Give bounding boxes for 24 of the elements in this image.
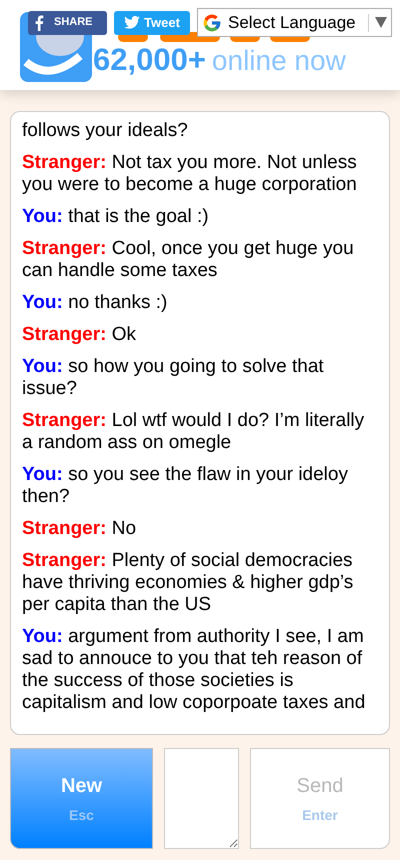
online-label: online now [212,47,346,75]
chat-message: Stranger: Not tax you more. Not unless you were to become a huge corporation [22,152,358,196]
dropdown-arrow-icon [375,17,387,28]
bird-icon [124,16,140,29]
chat-message: You: that is the goal :) [22,206,210,228]
chat-message: Stranger: Plenty of social democracies have thriving economies & higher gdp’s per capita than the US [22,550,354,616]
tweet-button[interactable]: Tweet [114,10,190,34]
language-select[interactable]: Select Language [197,8,392,37]
share-button[interactable]: SHARE [28,10,107,34]
chat-message: You: so you see the flaw in your ideloy then? [22,464,349,508]
online-count: 62,000+ [93,44,206,75]
language-label: Select Language [228,12,356,34]
facebook-icon [34,14,44,30]
message-field[interactable] [164,748,239,849]
chat-message: You: argument from authority I see, I am sad to annouce to you that teh reason of the success of those societies is capitalism and low coporpoate taxes and [22,626,366,714]
chat-message: Stranger: No [22,518,138,540]
chat-message: Stranger: Lol wtf would I do? I’m literally a random ass on omegle [22,410,366,454]
chat-message: You: no thanks :) [22,292,168,314]
google-icon [202,12,222,32]
chat-message: Stranger: Ok [22,324,138,346]
chat-message: follows your ideals? [22,120,189,142]
chat-message: Stranger: Cool, once you get huge you can handle some taxes [22,238,355,282]
new-button[interactable]: New Esc [10,748,153,849]
chat-message: You: so how you going to solve that issue? [22,356,325,400]
